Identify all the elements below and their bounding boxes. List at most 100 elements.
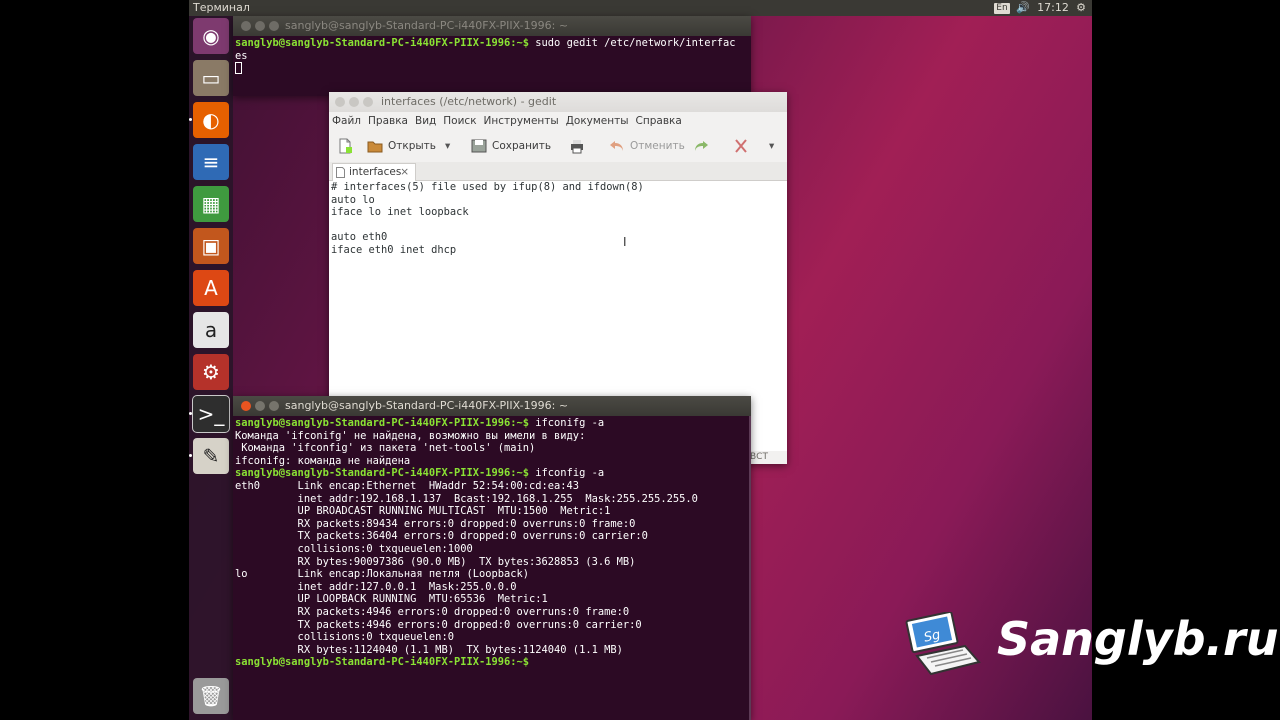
terminal-window-top[interactable]: sanglyb@sanglyb-Standard-PC-i440FX-PIIX-… xyxy=(233,16,751,96)
save-icon xyxy=(471,139,487,153)
launcher: ◉ ▭ ◐ ≡ ▦ ▣ Aa ⚙ >_ ✎ 🗑 xyxy=(189,16,233,720)
save-button[interactable]: Сохранить xyxy=(471,136,551,156)
launcher-dash-icon[interactable]: ◉ xyxy=(193,18,229,54)
terminal-text: TX packets:4946 errors:0 dropped:0 overr… xyxy=(235,618,642,631)
launcher-settings-icon[interactable]: ⚙ xyxy=(193,354,229,390)
terminal-line: sanglyb@sanglyb-Standard-PC-i440FX-PIIX-… xyxy=(235,417,747,430)
terminal-text: TX packets:36404 errors:0 dropped:0 over… xyxy=(235,530,648,543)
minimize-button[interactable] xyxy=(349,97,359,107)
terminal-text: collisions:0 txqueuelen:1000 xyxy=(235,542,473,555)
launcher-files-icon[interactable]: ▭ xyxy=(193,60,229,96)
new-document-button[interactable] xyxy=(337,136,353,156)
terminal-cursor xyxy=(235,62,242,75)
terminal-line: RX bytes:1124040 (1.1 MB) TX bytes:11240… xyxy=(235,644,747,657)
terminal-line: inet addr:192.168.1.137 Bcast:192.168.1.… xyxy=(235,493,747,506)
window-title: interfaces (/etc/network) - gedit xyxy=(381,95,557,108)
terminal-text: ifconfig -a xyxy=(529,467,605,480)
launcher-impress-icon[interactable]: ▣ xyxy=(193,228,229,264)
redo-icon xyxy=(695,141,708,151)
minimize-button[interactable] xyxy=(255,21,265,31)
running-indicator xyxy=(189,118,192,121)
redo-button[interactable] xyxy=(693,136,709,156)
open-button[interactable]: Открыть xyxy=(367,136,436,156)
terminal-bottom-titlebar[interactable]: sanglyb@sanglyb-Standard-PC-i440FX-PIIX-… xyxy=(233,396,751,416)
terminal-line: sanglyb@sanglyb-Standard-PC-i440FX-PIIX-… xyxy=(235,656,747,669)
menu-item-1[interactable]: Правка xyxy=(368,112,408,130)
maximize-button[interactable] xyxy=(269,401,279,411)
terminal-line: sanglyb@sanglyb-Standard-PC-i440FX-PIIX-… xyxy=(235,467,747,480)
terminal-line: UP BROADCAST RUNNING MULTICAST MTU:1500 … xyxy=(235,505,747,518)
print-icon xyxy=(571,140,583,154)
launcher-amazon-icon[interactable]: a xyxy=(193,312,229,348)
tab-interfaces[interactable]: interfaces × xyxy=(332,163,416,181)
terminal-text: ifconifg: команда не найдена xyxy=(235,454,411,467)
terminal-line: sanglyb@sanglyb-Standard-PC-i440FX-PIIX-… xyxy=(235,37,749,50)
terminal-line: UP LOOPBACK RUNNING MTU:65536 Metric:1 xyxy=(235,593,747,606)
menu-item-3[interactable]: Поиск xyxy=(443,112,476,130)
launcher-writer-icon[interactable]: ≡ xyxy=(193,144,229,180)
terminal-text: RX bytes:1124040 (1.1 MB) TX bytes:11240… xyxy=(235,643,623,656)
menu-item-4[interactable]: Инструменты xyxy=(484,112,559,130)
terminal-text: UP LOOPBACK RUNNING MTU:65536 Metric:1 xyxy=(235,593,548,606)
open-recent-dropdown-icon[interactable]: ▾ xyxy=(445,136,450,156)
terminal-window-bottom[interactable]: sanglyb@sanglyb-Standard-PC-i440FX-PIIX-… xyxy=(233,396,751,720)
terminal-text: Команда 'ifconfig' из пакета 'net-tools'… xyxy=(235,442,536,455)
terminal-top-titlebar[interactable]: sanglyb@sanglyb-Standard-PC-i440FX-PIIX-… xyxy=(233,16,751,36)
active-app-title: Терминал xyxy=(193,1,250,14)
terminal-text: Команда 'ifconifg' не найдена, возможно … xyxy=(235,429,586,442)
launcher-calc-icon[interactable]: ▦ xyxy=(193,186,229,222)
terminal-output[interactable]: sanglyb@sanglyb-Standard-PC-i440FX-PIIX-… xyxy=(233,416,751,720)
gedit-titlebar[interactable]: interfaces (/etc/network) - gedit xyxy=(329,92,787,112)
laptop-logo-icon: Sg xyxy=(905,610,981,676)
mouse-ibeam-cursor: I xyxy=(623,235,627,249)
menu-item-0[interactable]: Файл xyxy=(332,112,361,130)
insert-mode-indicator: ВСТ xyxy=(750,452,768,462)
editor-line: auto eth0 xyxy=(331,231,388,244)
document-tabs: interfaces × xyxy=(329,162,787,181)
close-button[interactable] xyxy=(241,401,251,411)
menu-item-5[interactable]: Документы xyxy=(566,112,629,130)
terminal-text: inet addr:192.168.1.137 Bcast:192.168.1.… xyxy=(235,492,698,505)
terminal-text: RX bytes:90097386 (90.0 MB) TX bytes:362… xyxy=(235,555,636,568)
editor-line: # interfaces(5) file used by ifup(8) and… xyxy=(331,181,644,193)
launcher-firefox-icon[interactable]: ◐ xyxy=(193,102,229,138)
new-document-icon xyxy=(339,138,352,154)
launcher-software-icon[interactable]: A xyxy=(193,270,229,306)
keyboard-layout-indicator[interactable]: En xyxy=(994,0,1010,16)
cut-icon xyxy=(735,139,747,153)
launcher-terminal-icon[interactable]: >_ xyxy=(192,395,230,433)
terminal-text: eth0 Link encap:Ethernet HWaddr 52:54:00… xyxy=(235,479,580,492)
terminal-line: TX packets:4946 errors:0 dropped:0 overr… xyxy=(235,619,747,632)
menu-item-6[interactable]: Справка xyxy=(636,112,682,130)
terminal-line: collisions:0 txqueuelen:0 xyxy=(235,631,747,644)
maximize-button[interactable] xyxy=(363,97,373,107)
menu-item-2[interactable]: Вид xyxy=(415,112,436,130)
launcher-trash-icon[interactable]: 🗑 xyxy=(193,678,229,714)
terminal-text: RX packets:4946 errors:0 dropped:0 overr… xyxy=(235,605,630,618)
undo-button[interactable]: Отменить xyxy=(609,136,685,156)
tab-close-icon[interactable]: × xyxy=(400,164,409,181)
terminal-text: es xyxy=(235,49,248,62)
terminal-text: UP BROADCAST RUNNING MULTICAST MTU:1500 … xyxy=(235,505,611,518)
close-button[interactable] xyxy=(335,97,345,107)
running-indicator xyxy=(189,412,192,415)
clock[interactable]: 17:12 xyxy=(1037,0,1069,16)
maximize-button[interactable] xyxy=(269,21,279,31)
cut-button[interactable] xyxy=(733,136,749,156)
close-button[interactable] xyxy=(241,21,251,31)
terminal-line: RX packets:4946 errors:0 dropped:0 overr… xyxy=(235,606,747,619)
launcher-text-editor-icon[interactable]: ✎ xyxy=(193,438,229,474)
volume-icon[interactable]: 🔊 xyxy=(1015,0,1031,16)
shell-prompt: sanglyb@sanglyb-Standard-PC-i440FX-PIIX-… xyxy=(235,37,530,49)
terminal-output[interactable]: sanglyb@sanglyb-Standard-PC-i440FX-PIIX-… xyxy=(233,36,751,96)
print-button[interactable] xyxy=(569,136,585,156)
running-indicator xyxy=(189,454,192,457)
shell-prompt: sanglyb@sanglyb-Standard-PC-i440FX-PIIX-… xyxy=(235,656,530,669)
terminal-text: inet addr:127.0.0.1 Mask:255.0.0.0 xyxy=(235,580,517,593)
toolbar-overflow-icon[interactable]: ▾ xyxy=(769,136,774,156)
minimize-button[interactable] xyxy=(255,401,265,411)
terminal-line: RX packets:89434 errors:0 dropped:0 over… xyxy=(235,518,747,531)
system-menu-gear-icon[interactable]: ⚙ xyxy=(1073,0,1089,16)
watermark-logo: Sg Sanglyb.ru xyxy=(905,610,1278,682)
